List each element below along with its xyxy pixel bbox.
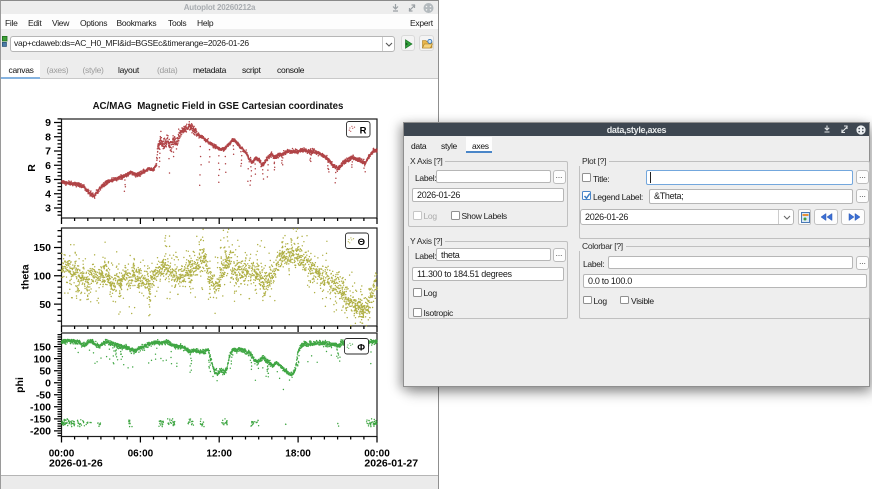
svg-text:R: R: [26, 164, 38, 172]
svg-text:4: 4: [45, 188, 51, 200]
svg-text:9: 9: [45, 117, 51, 129]
svg-text:100: 100: [33, 353, 51, 365]
svg-text:Φ: Φ: [357, 342, 365, 353]
svg-text:50: 50: [39, 299, 51, 311]
svg-text:2026-01-26: 2026-01-26: [49, 458, 103, 470]
svg-text:12:00: 12:00: [206, 449, 232, 460]
svg-text:AC/MAG Magnetic Field in GSE: AC/MAG Magnetic Field in GSE Cartesian c…: [93, 101, 344, 112]
svg-text:-50: -50: [36, 390, 51, 402]
svg-text:0: 0: [45, 377, 51, 389]
svg-text:-200: -200: [30, 426, 51, 438]
svg-text:-150: -150: [30, 414, 51, 426]
svg-text:150: 150: [33, 341, 51, 353]
svg-text:Θ: Θ: [358, 237, 365, 248]
svg-text:18:00: 18:00: [285, 449, 311, 460]
svg-text:theta: theta: [20, 264, 32, 289]
svg-text:5: 5: [45, 174, 51, 186]
svg-text:150: 150: [33, 242, 51, 254]
svg-text:phi: phi: [14, 377, 26, 393]
svg-text:3: 3: [45, 203, 51, 215]
svg-text:7: 7: [45, 146, 51, 158]
svg-text:06:00: 06:00: [128, 449, 154, 460]
svg-text:6: 6: [45, 160, 51, 172]
svg-text:-100: -100: [30, 402, 51, 414]
svg-text:R: R: [360, 125, 367, 136]
svg-text:50: 50: [39, 365, 51, 377]
svg-text:100: 100: [33, 271, 51, 283]
svg-text:8: 8: [45, 131, 51, 143]
svg-text:2026-01-27: 2026-01-27: [364, 458, 418, 470]
